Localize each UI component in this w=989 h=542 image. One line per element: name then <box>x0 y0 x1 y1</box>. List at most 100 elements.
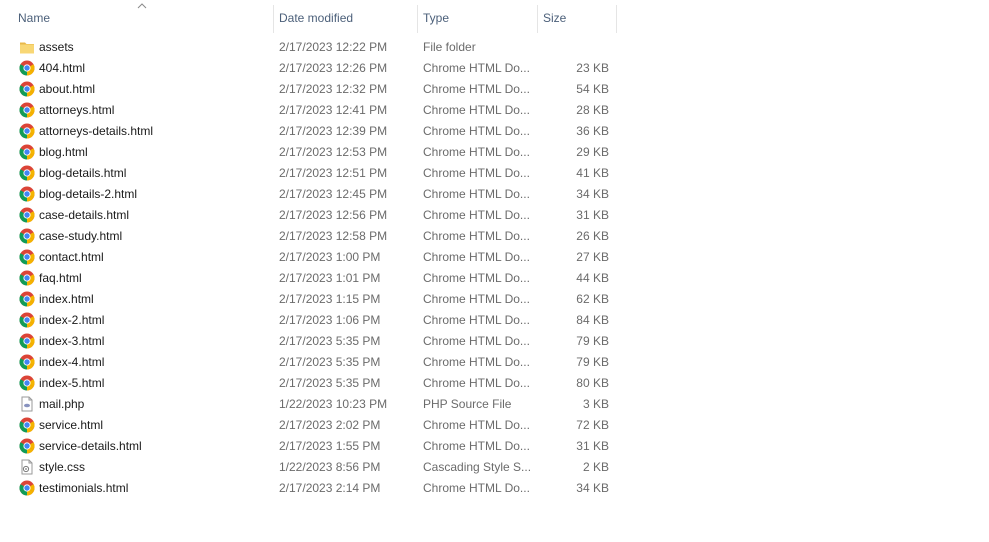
file-size: 26 KB <box>576 229 609 243</box>
file-name: index-2.html <box>39 313 105 327</box>
file-row[interactable]: index.html 2/17/2023 1:15 PM Chrome HTML D… <box>0 289 617 310</box>
file-row[interactable]: testimonials.html 2/17/2023 2:14 PM Chrome… <box>0 478 617 499</box>
file-row[interactable]: attorneys-details.html 2/17/2023 12:39 PM… <box>0 121 617 142</box>
file-name: index-5.html <box>39 376 105 390</box>
file-row[interactable]: blog-details-2.html 2/17/2023 12:45 PM Chr… <box>0 184 617 205</box>
file-type: Chrome HTML Do... <box>423 355 530 369</box>
file-date-modified: 2/17/2023 1:00 PM <box>279 250 381 264</box>
column-header-size[interactable]: Size <box>537 5 617 33</box>
file-date-modified: 1/22/2023 10:23 PM <box>279 397 388 411</box>
file-size: 27 KB <box>576 250 609 264</box>
chrome-icon <box>19 144 35 160</box>
file-name: mail.php <box>39 397 85 411</box>
chrome-icon <box>19 480 35 496</box>
file-date-modified: 2/17/2023 12:45 PM <box>279 187 388 201</box>
chrome-icon <box>19 270 35 286</box>
file-name: blog-details-2.html <box>39 187 138 201</box>
file-row[interactable]: mail.php 1/22/2023 10:23 PM PHP Source Fil… <box>0 394 617 415</box>
file-name: case-study.html <box>39 229 123 243</box>
file-name: blog-details.html <box>39 166 127 180</box>
file-size: 2 KB <box>582 460 609 474</box>
file-date-modified: 2/17/2023 12:22 PM <box>279 40 388 54</box>
file-row[interactable]: case-details.html 2/17/2023 12:56 PM Chrom… <box>0 205 617 226</box>
chrome-icon <box>19 165 35 181</box>
file-size: 79 KB <box>576 355 609 369</box>
file-size: 41 KB <box>576 166 609 180</box>
file-size: 23 KB <box>576 61 609 75</box>
file-size: 79 KB <box>576 334 609 348</box>
file-row[interactable]: index-2.html 2/17/2023 1:06 PM Chrome HTML… <box>0 310 617 331</box>
file-type: Chrome HTML Do... <box>423 418 530 432</box>
file-size: 72 KB <box>576 418 609 432</box>
file-row[interactable]: case-study.html 2/17/2023 12:58 PM Chrome … <box>0 226 617 247</box>
chrome-icon <box>19 228 35 244</box>
chrome-icon <box>19 186 35 202</box>
file-type: Chrome HTML Do... <box>423 250 530 264</box>
file-date-modified: 2/17/2023 1:06 PM <box>279 313 381 327</box>
file-row[interactable]: index-5.html 2/17/2023 5:35 PM Chrome HTML… <box>0 373 617 394</box>
file-size: 31 KB <box>576 208 609 222</box>
file-size: 31 KB <box>576 439 609 453</box>
file-row[interactable]: index-4.html 2/17/2023 5:35 PM Chrome HTML… <box>0 352 617 373</box>
file-row[interactable]: blog.html 2/17/2023 12:53 PM Chrome HTML D… <box>0 142 617 163</box>
chrome-icon <box>19 60 35 76</box>
chrome-icon <box>19 312 35 328</box>
file-size: 29 KB <box>576 145 609 159</box>
chrome-icon <box>19 81 35 97</box>
chrome-icon <box>19 354 35 370</box>
file-type: Chrome HTML Do... <box>423 82 530 96</box>
file-date-modified: 2/17/2023 12:32 PM <box>279 82 388 96</box>
file-row[interactable]: about.html 2/17/2023 12:32 PM Chrome HTML … <box>0 79 617 100</box>
file-row[interactable]: blog-details.html 2/17/2023 12:51 PM Chrom… <box>0 163 617 184</box>
file-date-modified: 2/17/2023 5:35 PM <box>279 376 381 390</box>
file-type: Chrome HTML Do... <box>423 187 530 201</box>
file-row[interactable]: service-details.html 2/17/2023 1:55 PM Chr… <box>0 436 617 457</box>
file-row[interactable]: attorneys.html 2/17/2023 12:41 PM Chrome H… <box>0 100 617 121</box>
file-row[interactable]: assets 2/17/2023 12:22 PM File folder <box>0 37 617 58</box>
file-name: faq.html <box>39 271 82 285</box>
file-name: service-details.html <box>39 439 142 453</box>
column-header-name[interactable]: Name <box>13 5 272 33</box>
file-size: 44 KB <box>576 271 609 285</box>
file-size: 54 KB <box>576 82 609 96</box>
file-type: Chrome HTML Do... <box>423 124 530 138</box>
file-size: 84 KB <box>576 313 609 327</box>
file-size: 80 KB <box>576 376 609 390</box>
file-size: 3 KB <box>582 397 609 411</box>
file-type: Chrome HTML Do... <box>423 313 530 327</box>
file-row[interactable]: service.html 2/17/2023 2:02 PM Chrome HTML… <box>0 415 617 436</box>
file-size: 62 KB <box>576 292 609 306</box>
file-date-modified: 2/17/2023 2:02 PM <box>279 418 381 432</box>
file-date-modified: 2/17/2023 2:14 PM <box>279 481 381 495</box>
chrome-icon <box>19 102 35 118</box>
file-type: Chrome HTML Do... <box>423 208 530 222</box>
folder-icon <box>19 39 35 55</box>
file-date-modified: 2/17/2023 12:26 PM <box>279 61 388 75</box>
file-type: Chrome HTML Do... <box>423 229 530 243</box>
file-row[interactable]: 404.html 2/17/2023 12:26 PM Chrome HTML Do… <box>0 58 617 79</box>
file-row[interactable]: contact.html 2/17/2023 1:00 PM Chrome HTML… <box>0 247 617 268</box>
file-type: Chrome HTML Do... <box>423 439 530 453</box>
column-header-date-modified[interactable]: Date modified <box>273 5 416 33</box>
file-row[interactable]: index-3.html 2/17/2023 5:35 PM Chrome HTML… <box>0 331 617 352</box>
file-name: contact.html <box>39 250 104 264</box>
column-header-row: Name Date modified Type Size <box>0 0 617 34</box>
chrome-icon <box>19 123 35 139</box>
column-header-type[interactable]: Type <box>417 5 536 33</box>
file-name: index-3.html <box>39 334 105 348</box>
file-type: Chrome HTML Do... <box>423 166 530 180</box>
file-name: index-4.html <box>39 355 105 369</box>
chrome-icon <box>19 417 35 433</box>
file-date-modified: 2/17/2023 5:35 PM <box>279 334 381 348</box>
chrome-icon <box>19 333 35 349</box>
chrome-icon <box>19 375 35 391</box>
file-name: index.html <box>39 292 94 306</box>
file-row[interactable]: style.css 1/22/2023 8:56 PM Cascading Styl… <box>0 457 617 478</box>
file-size: 34 KB <box>576 187 609 201</box>
file-name: testimonials.html <box>39 481 129 495</box>
file-row[interactable]: faq.html 2/17/2023 1:01 PM Chrome HTML Do.… <box>0 268 617 289</box>
file-name: service.html <box>39 418 104 432</box>
file-name: attorneys.html <box>39 103 115 117</box>
file-type: Chrome HTML Do... <box>423 481 530 495</box>
css-file-icon <box>19 459 35 475</box>
